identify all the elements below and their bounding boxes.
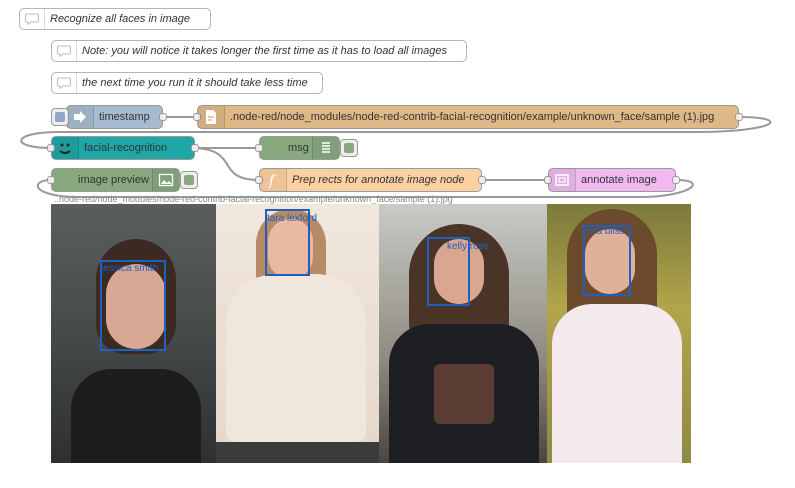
facial-recognition-node[interactable]: facial-recognition — [47, 136, 199, 160]
wire-recog-func — [194, 147, 260, 181]
debug-node[interactable]: msg — [255, 136, 358, 160]
face-label: tara lexford — [267, 213, 318, 224]
annotate-image-node[interactable]: annotate image — [544, 168, 680, 192]
file-icon — [198, 106, 225, 128]
face-label: ava bliss — [586, 226, 625, 237]
node-label: msg — [288, 142, 309, 154]
function-node[interactable]: f Prep rects for annotate image node — [255, 168, 486, 192]
file-in-node[interactable]: .node-red/node_modules/node-red-contrib-… — [193, 105, 743, 129]
face-label: jessica smith — [101, 263, 159, 274]
comment-next-time[interactable]: the next time you run it it should take … — [51, 72, 323, 94]
comment-icon — [52, 73, 77, 93]
node-label: annotate image — [581, 174, 657, 186]
comment-icon — [20, 9, 45, 29]
comment-label: Recognize all faces in image — [50, 13, 191, 25]
image-preview-node[interactable]: image preview — [47, 168, 198, 192]
arrow-in-icon — [67, 106, 94, 128]
node-label: image preview — [78, 174, 149, 186]
output-port[interactable] — [672, 176, 680, 184]
annotate-icon — [549, 169, 576, 191]
image-icon — [152, 169, 179, 191]
comment-note[interactable]: Note: you will notice it takes longer th… — [51, 40, 467, 62]
preview-filename: ..node-red/node_modules/node-red-contrib… — [54, 194, 453, 204]
preview-toggle-button[interactable] — [180, 171, 198, 189]
face-icon — [52, 137, 79, 159]
input-port[interactable] — [47, 176, 55, 184]
output-port[interactable] — [191, 144, 199, 152]
debug-toggle-button[interactable] — [340, 139, 358, 157]
node-label: .node-red/node_modules/node-red-contrib-… — [230, 111, 715, 123]
input-port[interactable] — [255, 144, 263, 152]
node-label: timestamp — [99, 111, 150, 123]
output-port[interactable] — [735, 113, 743, 121]
output-port[interactable] — [159, 113, 167, 121]
comment-label: the next time you run it it should take … — [82, 77, 308, 89]
inject-node[interactable]: timestamp — [51, 105, 167, 129]
comment-label: Note: you will notice it takes longer th… — [82, 45, 448, 57]
annotated-image-preview: jessica smith tara lexford kelly ross av… — [51, 204, 691, 463]
debug-list-icon — [312, 137, 339, 159]
node-label: Prep rects for annotate image node — [292, 174, 465, 186]
function-icon: f — [260, 169, 287, 191]
comment-icon — [52, 41, 77, 61]
output-port[interactable] — [478, 176, 486, 184]
comment-recognize[interactable]: Recognize all faces in image — [19, 8, 211, 30]
face-label: kelly ross — [447, 241, 489, 252]
svg-text:f: f — [268, 173, 277, 188]
node-label: facial-recognition — [84, 142, 168, 154]
